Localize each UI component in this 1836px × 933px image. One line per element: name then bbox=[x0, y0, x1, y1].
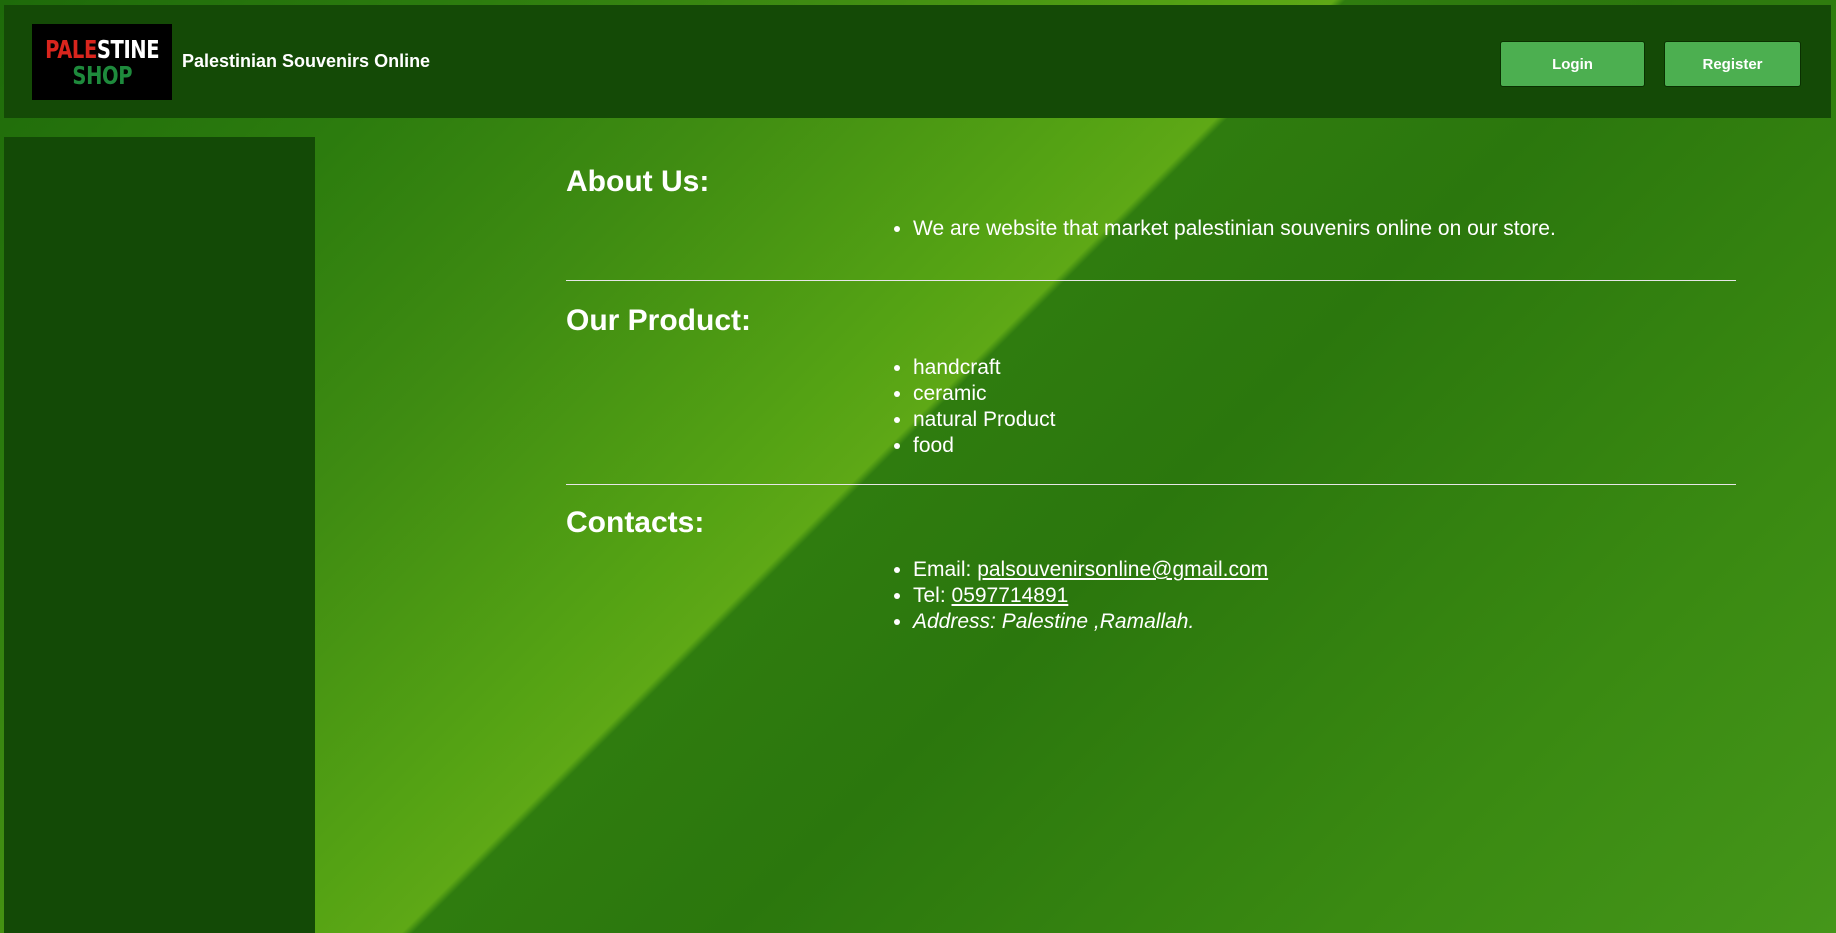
about-list: We are website that market palestinian s… bbox=[913, 216, 1736, 242]
tel-label: Tel: bbox=[913, 584, 952, 607]
products-section: Our Product: handcraft ceramic natural P… bbox=[566, 299, 1736, 459]
email-link[interactable]: palsouvenirsonline@gmail.com bbox=[977, 558, 1268, 581]
logo-text-shop: SHOP bbox=[72, 60, 132, 90]
contact-email-item: Email: palsouvenirsonline@gmail.com bbox=[913, 557, 1736, 583]
site-title: Palestinian Souvenirs Online bbox=[182, 51, 431, 71]
list-item: We are website that market palestinian s… bbox=[913, 216, 1736, 242]
login-button[interactable]: Login bbox=[1500, 41, 1645, 87]
list-item: food bbox=[913, 433, 1736, 459]
main-content: About Us: We are website that market pal… bbox=[566, 160, 1736, 635]
tel-link[interactable]: 0597714891 bbox=[952, 584, 1069, 607]
logo-text-stine: STINE bbox=[96, 34, 160, 64]
list-item: natural Product bbox=[913, 407, 1736, 433]
contacts-heading: Contacts: bbox=[566, 506, 705, 539]
list-item: handcraft bbox=[913, 355, 1736, 381]
sidebar-panel bbox=[4, 137, 315, 933]
contact-address-item: Address: Palestine ,Ramallah. bbox=[913, 609, 1736, 635]
contact-tel-item: Tel: 0597714891 bbox=[913, 583, 1736, 609]
about-heading: About Us: bbox=[566, 165, 710, 198]
list-item: ceramic bbox=[913, 381, 1736, 407]
products-list: handcraft ceramic natural Product food bbox=[913, 355, 1736, 459]
logo-text-pale: PALE bbox=[44, 34, 97, 64]
section-divider bbox=[566, 484, 1736, 485]
products-heading: Our Product: bbox=[566, 304, 751, 337]
logo-text-line1: PALESTINE bbox=[45, 37, 159, 62]
contacts-section: Contacts: Email: palsouvenirsonline@gmai… bbox=[566, 501, 1736, 635]
palestine-shop-logo[interactable]: PALESTINE SHOP bbox=[32, 24, 172, 100]
section-divider bbox=[566, 280, 1736, 281]
contacts-list: Email: palsouvenirsonline@gmail.com Tel:… bbox=[913, 557, 1736, 635]
about-section: About Us: We are website that market pal… bbox=[566, 160, 1736, 242]
email-label: Email: bbox=[913, 558, 978, 581]
top-header-bar: PALESTINE SHOP Palestinian Souvenirs Onl… bbox=[4, 5, 1831, 118]
register-button[interactable]: Register bbox=[1664, 41, 1801, 87]
